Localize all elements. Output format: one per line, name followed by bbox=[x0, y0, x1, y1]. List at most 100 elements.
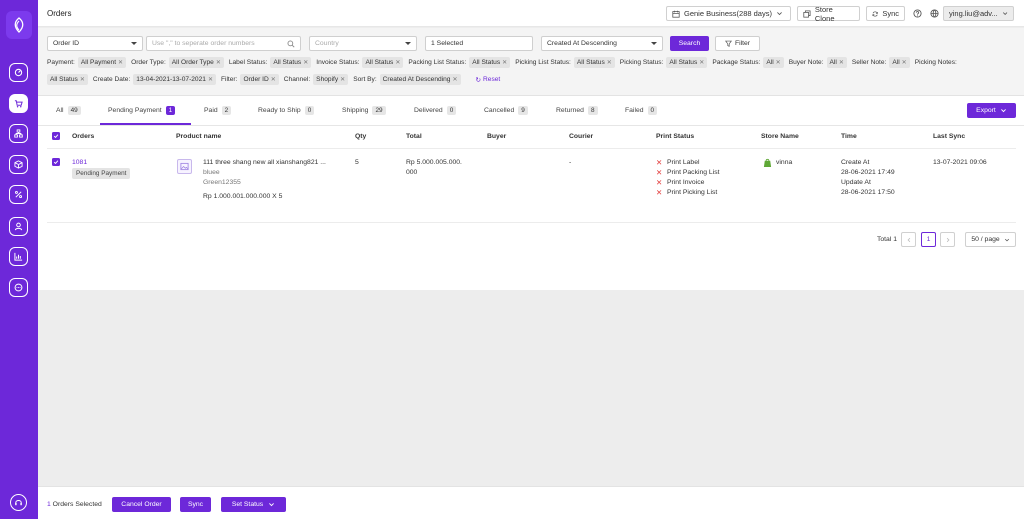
nav-dashboard[interactable] bbox=[9, 63, 28, 82]
tab-ready-to-ship[interactable]: Ready to Ship 0 bbox=[258, 106, 315, 115]
page-size-select[interactable]: 50 / page bbox=[965, 232, 1016, 247]
tab-pending-payment[interactable]: Pending Payment 1 bbox=[108, 106, 176, 115]
close-icon[interactable]: ✕ bbox=[395, 59, 400, 66]
close-icon[interactable]: ✕ bbox=[303, 59, 308, 66]
check-icon bbox=[53, 134, 59, 139]
prev-page-button[interactable] bbox=[901, 232, 916, 247]
chip-picking-notes[interactable]: All Status ✕ bbox=[47, 74, 88, 85]
print-status-item[interactable]: ✕ Print Label bbox=[656, 158, 720, 168]
chip-buyer-note[interactable]: All ✕ bbox=[826, 57, 847, 68]
nav-products[interactable] bbox=[9, 155, 28, 174]
chevron-right-icon bbox=[946, 237, 949, 242]
tab-delivered[interactable]: Delivered 0 bbox=[414, 106, 457, 115]
tab-failed[interactable]: Failed 0 bbox=[625, 106, 658, 115]
filter-button[interactable]: Filter bbox=[715, 36, 760, 51]
chip-label-status[interactable]: All Status ✕ bbox=[270, 57, 312, 68]
order-numbers-input[interactable]: Use "," to seperate order numbers bbox=[146, 36, 301, 51]
chip-packing-list-status[interactable]: All Status ✕ bbox=[469, 57, 511, 68]
close-icon[interactable]: ✕ bbox=[902, 59, 907, 66]
nav-messages[interactable] bbox=[9, 278, 28, 297]
nav-orders[interactable] bbox=[9, 94, 28, 113]
help-icon[interactable] bbox=[913, 9, 922, 18]
close-icon[interactable]: ✕ bbox=[216, 59, 221, 66]
print-status-item[interactable]: ✕ Print Invoice bbox=[656, 178, 720, 188]
chip-picking-list-status[interactable]: All Status ✕ bbox=[573, 57, 615, 68]
close-icon[interactable]: ✕ bbox=[118, 59, 123, 66]
close-icon[interactable]: ✕ bbox=[607, 59, 612, 66]
close-icon[interactable]: ✕ bbox=[839, 59, 844, 66]
country-select[interactable]: Country bbox=[309, 36, 417, 51]
cancel-order-button[interactable]: Cancel Order bbox=[112, 497, 171, 512]
caret-down-icon bbox=[651, 42, 657, 45]
tab-shipping[interactable]: Shipping 29 bbox=[342, 106, 386, 115]
user-menu[interactable]: ying.liu@adv... bbox=[943, 6, 1014, 21]
product-thumbnail[interactable] bbox=[177, 159, 192, 174]
tab-label: Ready to Ship bbox=[258, 107, 301, 114]
chip-channel[interactable]: Shopify ✕ bbox=[313, 74, 349, 85]
chip-create-date[interactable]: 13-04-2021-13-07-2021 ✕ bbox=[133, 74, 216, 85]
close-icon[interactable]: ✕ bbox=[452, 76, 457, 83]
country-placeholder: Country bbox=[315, 40, 339, 47]
page-number-button[interactable]: 1 bbox=[921, 232, 936, 247]
close-icon[interactable]: ✕ bbox=[699, 59, 704, 66]
export-button[interactable]: Export bbox=[967, 103, 1016, 118]
language-globe-icon[interactable] bbox=[930, 9, 939, 18]
tab-count: 0 bbox=[446, 106, 457, 115]
close-icon[interactable]: ✕ bbox=[502, 59, 507, 66]
reset-filters-link[interactable]: ↻ Reset bbox=[476, 76, 501, 84]
tab-returned[interactable]: Returned 8 bbox=[556, 106, 598, 115]
nav-organization[interactable] bbox=[9, 124, 28, 143]
fail-x-icon: ✕ bbox=[656, 158, 663, 167]
chip-payment[interactable]: All Payment ✕ bbox=[77, 57, 127, 68]
selected-select[interactable]: 1 Selected bbox=[425, 36, 533, 51]
sync-top-button[interactable]: Sync bbox=[866, 6, 905, 21]
courier-value: - bbox=[569, 159, 572, 166]
col-total: Total bbox=[406, 133, 422, 140]
business-name: Genie Business(288 days) bbox=[684, 9, 772, 18]
search-button[interactable]: Search bbox=[670, 36, 709, 51]
tab-all[interactable]: All 49 bbox=[56, 106, 81, 115]
set-status-button[interactable]: Set Status bbox=[221, 497, 286, 512]
chip-order-type[interactable]: All Order Type ✕ bbox=[168, 57, 224, 68]
search-icon[interactable] bbox=[287, 40, 295, 48]
nav-promotions[interactable] bbox=[9, 185, 28, 204]
close-icon[interactable]: ✕ bbox=[271, 76, 276, 83]
set-status-label: Set Status bbox=[231, 501, 264, 508]
business-selector[interactable]: Genie Business(288 days) bbox=[666, 6, 791, 21]
next-page-button[interactable] bbox=[940, 232, 955, 247]
close-icon[interactable]: ✕ bbox=[776, 59, 781, 66]
chip-package-status[interactable]: All ✕ bbox=[763, 57, 784, 68]
select-all-checkbox[interactable] bbox=[52, 132, 60, 140]
sync-bulk-button[interactable]: Sync bbox=[180, 497, 211, 512]
chip-filter[interactable]: Order ID ✕ bbox=[240, 74, 279, 85]
app-logo[interactable] bbox=[6, 11, 32, 39]
print-status-list: ✕ Print Label ✕ Print Packing List ✕ Print … bbox=[656, 158, 720, 198]
search-type-select[interactable]: Order ID bbox=[47, 36, 143, 51]
tab-cancelled[interactable]: Cancelled 9 bbox=[484, 106, 528, 115]
nav-customers[interactable] bbox=[9, 217, 28, 236]
chip-label-label-status: Label Status: bbox=[228, 59, 268, 66]
print-status-item[interactable]: ✕ Print Packing List bbox=[656, 168, 720, 178]
support-button[interactable] bbox=[10, 494, 27, 511]
close-icon[interactable]: ✕ bbox=[208, 76, 213, 83]
print-status-item[interactable]: ✕ Print Picking List bbox=[656, 188, 720, 198]
shopify-icon bbox=[763, 158, 772, 168]
chip-label-picking-notes: Picking Notes: bbox=[914, 59, 957, 66]
chevron-down-icon bbox=[269, 503, 275, 507]
tab-paid[interactable]: Paid 2 bbox=[204, 106, 232, 115]
close-icon[interactable]: ✕ bbox=[340, 76, 345, 83]
chip-invoice-status[interactable]: All Status ✕ bbox=[362, 57, 404, 68]
row-divider bbox=[47, 222, 1016, 223]
nav-reports[interactable] bbox=[9, 247, 28, 266]
sort-select[interactable]: Created At Descending bbox=[541, 36, 663, 51]
status-badge: Pending Payment bbox=[72, 168, 131, 179]
chip-picking-status[interactable]: All Status ✕ bbox=[666, 57, 708, 68]
order-id-link[interactable]: 1081 bbox=[72, 158, 87, 168]
product-name[interactable]: 111 three shang new all xianshang821 ... bbox=[203, 158, 326, 168]
chip-sort-by[interactable]: Created At Descending ✕ bbox=[379, 74, 461, 85]
row-checkbox[interactable] bbox=[52, 158, 60, 166]
store-clone-button[interactable]: Store Clone bbox=[797, 5, 860, 23]
close-icon[interactable]: ✕ bbox=[80, 76, 85, 83]
chevron-down-icon bbox=[1000, 109, 1006, 113]
chip-seller-note[interactable]: All ✕ bbox=[889, 57, 910, 68]
